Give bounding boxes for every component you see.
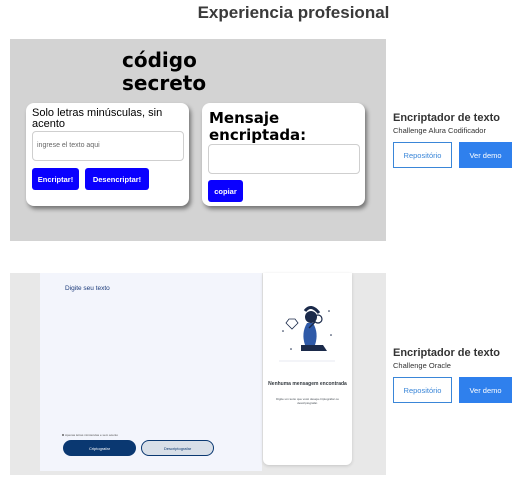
person-searching-illustration	[279, 306, 335, 362]
encrypt-button: Encriptar!	[32, 168, 79, 190]
preview-title-line-2: secreto	[122, 71, 207, 95]
project-name: Encriptador de texto	[393, 347, 500, 359]
encrypt-button: Criptografar	[63, 440, 136, 456]
input-note: Apenas letras minúsculas e sem acento	[65, 433, 119, 437]
project-description: Challenge Alura Codificador	[393, 126, 486, 135]
empty-state-subtitle: Digite um texto que você deseja criptogr…	[276, 397, 339, 405]
empty-state-title: Nenhuma mensagem encontrada	[268, 381, 347, 387]
text-prompt: Digite seu texto	[65, 285, 110, 292]
message-heading: Mensaje encriptada:	[209, 109, 307, 144]
view-demo-button[interactable]: Ver demo	[459, 142, 512, 168]
project-name: Encriptador de texto	[393, 112, 500, 124]
output-card: Mensaje encriptada: copiar	[202, 103, 365, 206]
decrypt-button: Descriptografar	[141, 440, 214, 456]
preview-title-line-1: código	[122, 48, 197, 72]
info-icon	[62, 434, 64, 436]
result-panel: Nenhuma mensagem encontrada Digite um te…	[263, 273, 352, 465]
section-title: Experiencia profesional	[197, 3, 390, 22]
output-field	[208, 144, 360, 174]
repository-button[interactable]: Repositório	[393, 142, 452, 168]
project-2-info: Encriptador de texto Challenge Oracle Re…	[393, 347, 523, 403]
project-description: Challenge Oracle	[393, 361, 451, 370]
text-input: ingrese el texto aqui	[32, 131, 184, 161]
input-card: Solo letras minúsculas, sin acento ingre…	[26, 103, 189, 206]
repository-button[interactable]: Repositório	[393, 377, 452, 403]
decrypt-button: Desencriptar!	[85, 168, 149, 190]
project-1-info: Encriptador de texto Challenge Alura Cod…	[393, 112, 523, 168]
project-1-screenshot: código secreto Solo letras minúsculas, s…	[10, 39, 386, 241]
project-2-screenshot: Digite seu texto Apenas letras minúscula…	[10, 273, 386, 475]
copy-button: copiar	[208, 180, 243, 202]
preview-title: código secreto	[122, 49, 222, 95]
input-hint: Solo letras minúsculas, sin acento	[32, 107, 163, 130]
view-demo-button[interactable]: Ver demo	[459, 377, 512, 403]
